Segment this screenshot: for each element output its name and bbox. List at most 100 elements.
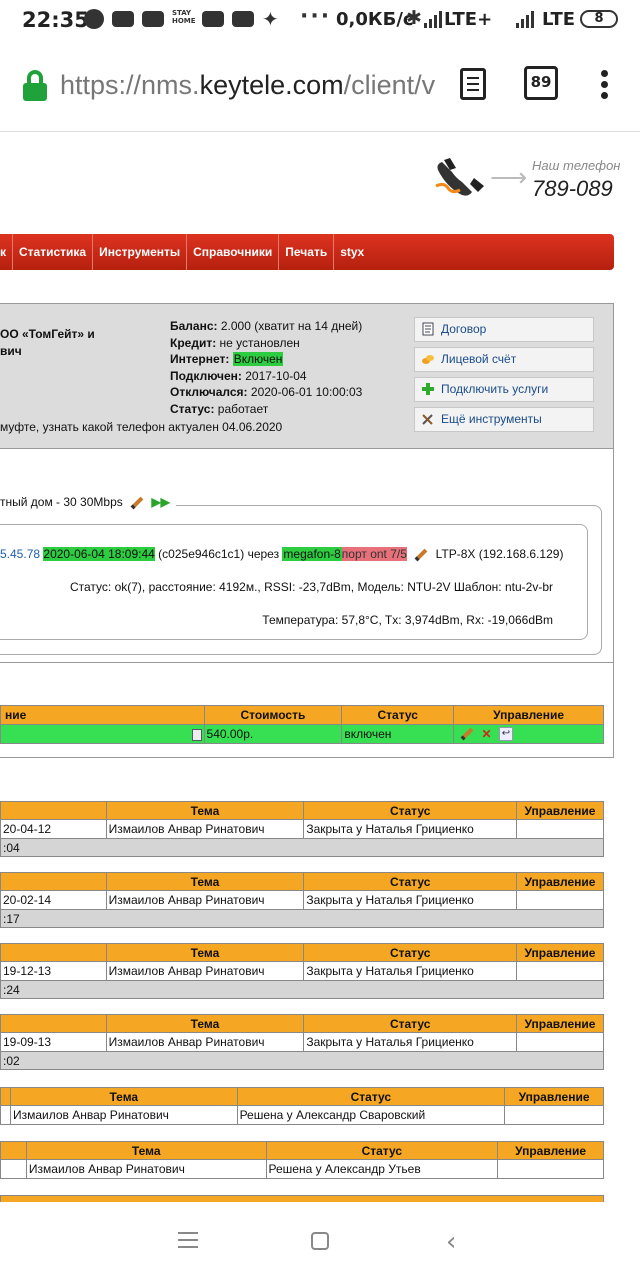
bluetooth-icon: ✱ <box>406 7 422 29</box>
disconnected-date: 2020-06-01 10:00:03 <box>250 385 363 399</box>
nav-item-styx[interactable]: styx <box>334 234 370 270</box>
ip-link[interactable]: 5.45.78 <box>0 547 40 561</box>
table-row: 540.00р. включен ✕ ↩ <box>0 724 604 744</box>
youtube-icon <box>232 11 254 27</box>
document-icon <box>422 322 434 336</box>
battery-icon: 8 <box>580 10 618 28</box>
contract-button[interactable]: Договор <box>414 317 594 342</box>
edit-icon[interactable] <box>460 728 474 741</box>
onu-status-line: Статус: ok(7), расстояние: 4192м., RSSI:… <box>69 580 553 594</box>
signal-icon <box>516 10 534 28</box>
nav-item-cut[interactable]: к <box>0 234 14 270</box>
document-icon[interactable] <box>191 728 202 741</box>
youtube-icon <box>202 11 224 27</box>
lte-label: LTE+ <box>444 9 493 30</box>
client-note: муфте, узнать какой телефон актуален 04.… <box>0 420 283 434</box>
edit-icon[interactable] <box>130 496 144 510</box>
more-notifications-icon: ··· <box>300 4 332 29</box>
nav-item-references[interactable]: Справочники <box>187 234 280 270</box>
home-icon[interactable] <box>311 1232 329 1250</box>
clock: 22:35 <box>22 8 89 32</box>
table-row[interactable]: Измаилов Анвар Ринатович Решена у Алексан… <box>0 1105 604 1125</box>
onu-temp-line: Температура: 57,8°C, Tx: 3,974dBm, Rx: -… <box>262 613 553 627</box>
nav-item-statistics[interactable]: Статистика <box>13 234 94 270</box>
tariff-legend: тный дом - 30 30Mbps ▶▶ <box>0 495 176 510</box>
signal-icon <box>424 10 442 28</box>
internet-status-badge: Включен <box>232 352 284 366</box>
system-nav-bar: ‹ <box>0 1202 640 1280</box>
table-row: :04 <box>0 838 604 857</box>
sparkle-icon: ✦ <box>262 7 279 31</box>
onu-session: 5.45.78 2020-06-04 18:09:44 (c025e946c1c… <box>0 547 563 562</box>
phone-number: 789-089 <box>532 176 613 201</box>
youtube-icon <box>142 11 164 27</box>
telegram-icon <box>84 9 104 29</box>
lte-label: LTE <box>542 9 576 30</box>
stay-home-icon: STAY HOME <box>172 9 196 25</box>
ticket-block: Тема Статус Управление 20-02-14 Измаилов Ан… <box>0 872 604 928</box>
add-services-button[interactable]: Подключить услуги <box>414 377 594 402</box>
service-price: 540.00р. <box>203 724 343 744</box>
connected-date: 2017-10-04 <box>245 368 307 383</box>
notification-icons: STAY HOME ✦ <box>84 9 279 29</box>
overflow-menu-icon[interactable] <box>601 70 609 100</box>
status-bar: 22:35 STAY HOME ✦ ··· 0,0КБ/с ✱ LTE+ LTE… <box>0 0 640 40</box>
table-row[interactable]: 19-09-13 Измаилов Анвар Ринатович Закрыта … <box>0 1032 604 1052</box>
fast-forward-icon[interactable]: ▶▶ <box>151 495 169 509</box>
contact-phone: ⟶ Наш телефон 789-089 <box>430 150 630 210</box>
client-name: ОО «ТомГейт» и вич <box>0 327 95 358</box>
col-manage: Управление <box>453 705 604 725</box>
table-row[interactable]: Измаилов Анвар Ринатович Решена у Алексан… <box>0 1159 604 1179</box>
client-status: работает <box>217 401 269 416</box>
undo-icon[interactable]: ↩ <box>498 727 513 742</box>
services-table: ние Стоимость Статус Управление 540.00р.… <box>0 705 604 744</box>
edit-icon[interactable] <box>414 548 428 562</box>
service-status: включен <box>341 724 455 744</box>
table-row[interactable]: 20-04-12 Измаилов Анвар Ринатович Закрыта … <box>0 819 604 839</box>
ticket-block: Тема Статус Управление Измаилов Анвар Рина… <box>0 1141 604 1179</box>
tab-count-button[interactable]: 89 <box>524 66 558 100</box>
recent-apps-icon[interactable] <box>178 1232 198 1253</box>
telephone-icon <box>435 158 484 196</box>
ticket-block: Тема Статус Управление 20-04-12 Измаилов Ан… <box>0 801 604 857</box>
ont-port: порт ont 7/5 <box>341 547 407 561</box>
olt-name: megafon-8 <box>282 547 342 561</box>
lock-icon[interactable] <box>23 70 47 102</box>
delete-icon[interactable]: ✕ <box>482 727 492 741</box>
back-icon[interactable]: ‹ <box>446 1227 456 1257</box>
more-tools-button[interactable]: Ещё инструменты <box>414 407 594 432</box>
reader-mode-icon[interactable] <box>460 68 486 100</box>
vr-icon <box>112 11 134 27</box>
client-info: Баланс: 2.000 (хватит на 14 дней) Кредит… <box>170 319 363 416</box>
col-name: ние <box>0 705 205 725</box>
balance-value: 2.000 (хватит на 14 дней) <box>220 319 363 333</box>
credit-value: не установлен <box>219 335 300 350</box>
url-bar[interactable]: https://nms.keytele.com/client/v <box>60 70 438 101</box>
mac-address: (c025e946c1c1) через <box>158 547 280 561</box>
session-datetime: 2020-06-04 18:09:44 <box>43 547 155 561</box>
phone-label: Наш телефон <box>532 158 621 173</box>
col-price: Стоимость <box>203 705 343 725</box>
ticket-block: Тема Статус Управление 19-12-13 Измаилов Ан… <box>0 943 604 999</box>
table-row: :02 <box>0 1051 604 1070</box>
arrow-right-icon: ⟶ <box>490 162 528 192</box>
network-speed: 0,0КБ/с <box>336 9 414 30</box>
tools-icon <box>422 414 433 425</box>
table-row: :17 <box>0 909 604 928</box>
ticket-block: Тема Статус Управление Измаилов Анвар Рина… <box>0 1087 604 1125</box>
table-row[interactable]: 20-02-14 Измаилов Анвар Ринатович Закрыта … <box>0 890 604 910</box>
coins-icon <box>422 355 434 364</box>
browser-toolbar: https://nms.keytele.com/client/v 89 <box>0 40 640 132</box>
services-section: ние Стоимость Статус Управление 540.00р.… <box>0 663 614 758</box>
main-nav: к Статистика Инструменты Справочники Печ… <box>0 234 614 270</box>
nav-item-tools[interactable]: Инструменты <box>93 234 188 270</box>
account-button[interactable]: Лицевой счёт <box>414 347 594 372</box>
nav-item-print[interactable]: Печать <box>279 234 335 270</box>
connection-section: тный дом - 30 30Mbps ▶▶ 5.45.78 2020-06-… <box>0 449 614 663</box>
col-status: Статус <box>341 705 455 725</box>
table-row[interactable]: 19-12-13 Измаилов Анвар Ринатович Закрыта … <box>0 961 604 981</box>
plus-icon <box>422 383 434 395</box>
table-row: :24 <box>0 980 604 999</box>
client-panel: ОО «ТомГейт» и вич Баланс: 2.000 (хватит… <box>0 303 614 449</box>
ticket-block: Тема Статус Управление 19-09-13 Измаилов Ан… <box>0 1014 604 1070</box>
